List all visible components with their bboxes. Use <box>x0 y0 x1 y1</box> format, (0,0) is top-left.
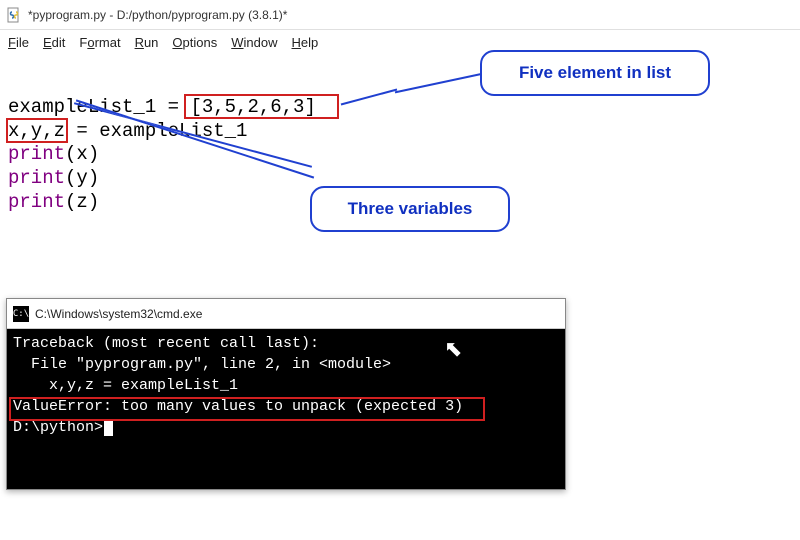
idle-titlebar: *pyprogram.py - D:/python/pyprogram.py (… <box>0 0 800 30</box>
code-line-3: print(x) <box>8 143 792 167</box>
callout-five-elements: Five element in list <box>480 50 710 96</box>
code-editor[interactable]: exampleList_1 = [3,5,2,6,3] x,y,z = exam… <box>0 54 800 266</box>
traceback-file-line: File "pyprogram.py", line 2, in <module> <box>13 354 559 375</box>
callout-text: Five element in list <box>519 62 671 83</box>
menu-format[interactable]: Format <box>79 35 120 50</box>
cmd-titlebar[interactable]: C:\ C:\Windows\system32\cmd.exe <box>7 299 565 329</box>
traceback-code-line: x,y,z = exampleList_1 <box>13 375 559 396</box>
menu-window[interactable]: Window <box>231 35 277 50</box>
callout-three-variables: Three variables <box>310 186 510 232</box>
menu-options[interactable]: Options <box>172 35 217 50</box>
callout-text: Three variables <box>348 198 473 219</box>
menu-help[interactable]: Help <box>292 35 319 50</box>
highlight-error-line <box>9 397 485 421</box>
cmd-icon: C:\ <box>13 306 29 322</box>
window-title: *pyprogram.py - D:/python/pyprogram.py (… <box>28 8 287 22</box>
python-file-icon <box>6 7 22 23</box>
cmd-title: C:\Windows\system32\cmd.exe <box>35 307 202 321</box>
cmd-output[interactable]: Traceback (most recent call last): File … <box>7 329 565 489</box>
menu-file[interactable]: File <box>8 35 29 50</box>
highlight-variables <box>6 118 68 143</box>
traceback-line: Traceback (most recent call last): <box>13 333 559 354</box>
highlight-list-literal <box>184 94 339 119</box>
code-line-2: x,y,z = exampleList_1 <box>8 120 792 144</box>
menu-edit[interactable]: Edit <box>43 35 65 50</box>
cursor-icon <box>104 420 113 436</box>
cmd-window: C:\ C:\Windows\system32\cmd.exe Tracebac… <box>6 298 566 490</box>
menu-run[interactable]: Run <box>135 35 159 50</box>
